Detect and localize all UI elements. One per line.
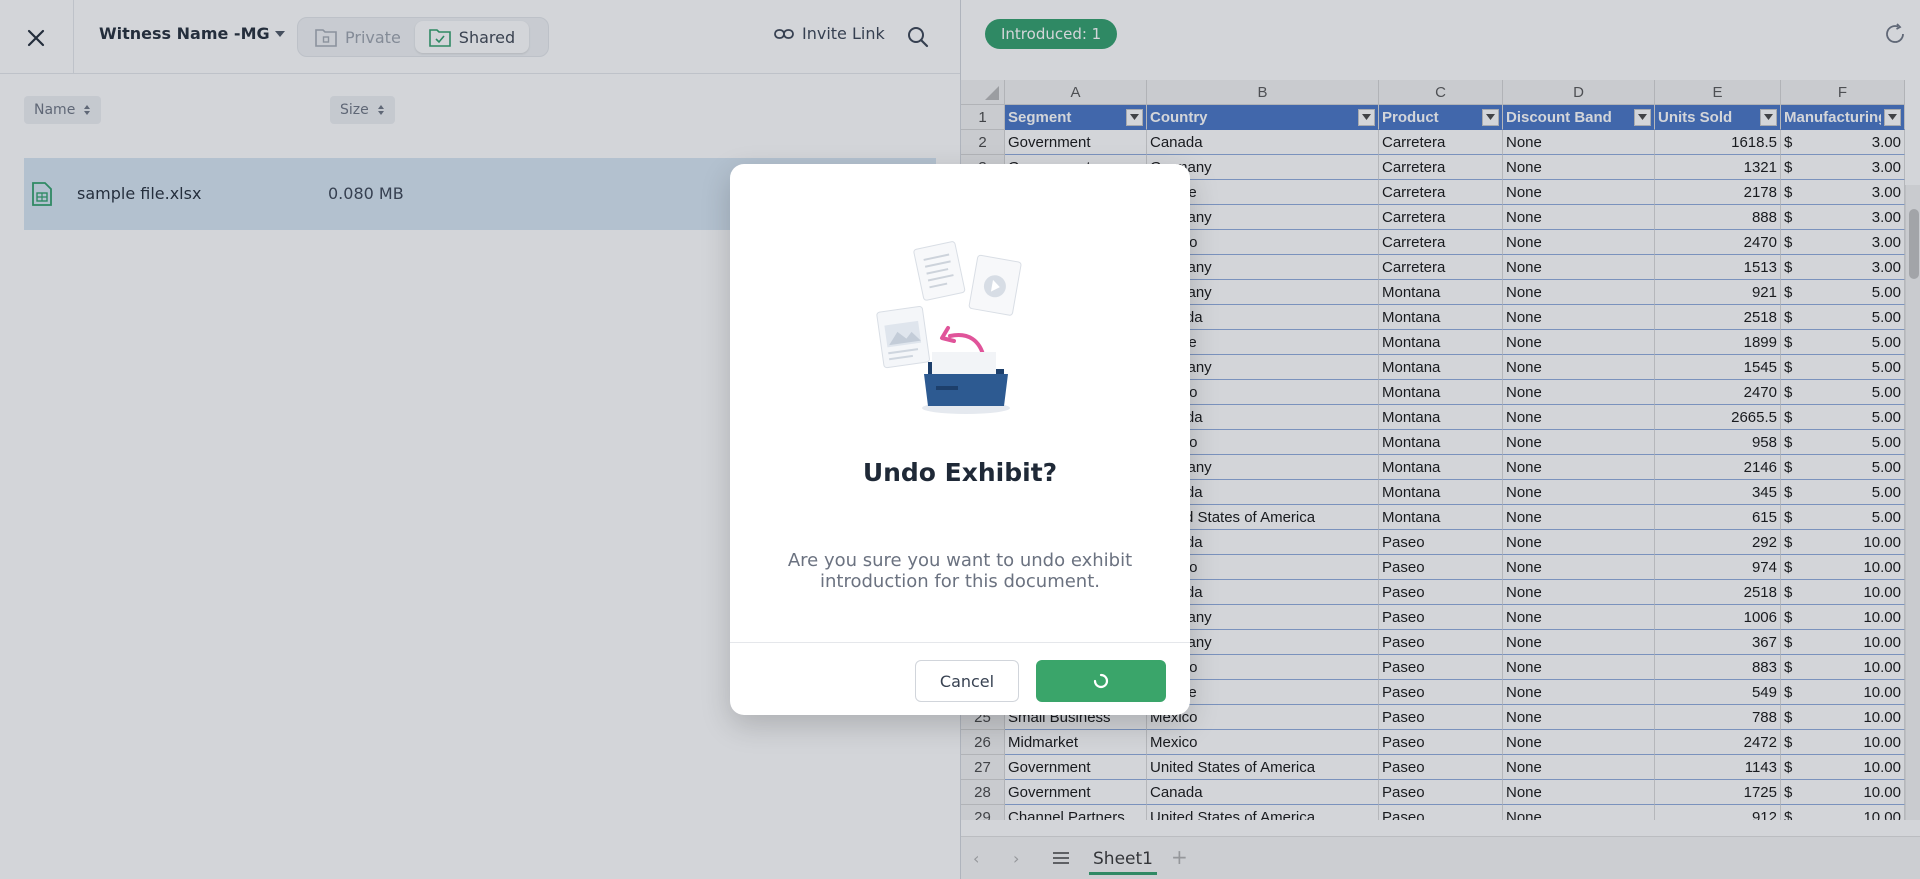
dialog-message: Are you sure you want to undo exhibit in…	[787, 550, 1133, 592]
confirm-undo-button[interactable]	[1036, 660, 1166, 702]
dialog-title: Undo Exhibit?	[862, 458, 1058, 487]
cancel-button[interactable]: Cancel	[915, 660, 1019, 702]
dialog-divider	[730, 642, 1190, 643]
folder-documents-illustration	[876, 241, 1022, 414]
loading-spinner-icon	[1093, 673, 1109, 689]
undo-exhibit-dialog: Undo Exhibit? Are you sure you want to u…	[730, 164, 1190, 715]
